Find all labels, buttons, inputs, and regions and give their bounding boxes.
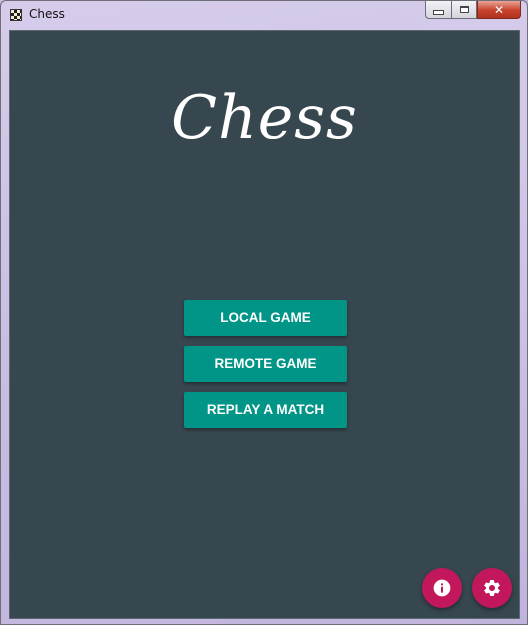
- window-controls: ✕: [425, 1, 521, 21]
- main-menu: LOCAL GAME REMOTE GAME REPLAY A MATCH: [184, 300, 347, 438]
- title-bar[interactable]: Chess ✕: [1, 1, 527, 29]
- minimize-button[interactable]: [425, 1, 451, 19]
- close-icon: ✕: [493, 2, 505, 17]
- maximize-icon: [459, 6, 469, 13]
- info-button[interactable]: [422, 568, 462, 608]
- window-title: Chess: [29, 7, 65, 21]
- main-content: Chess LOCAL GAME REMOTE GAME REPLAY A MA…: [9, 30, 520, 619]
- settings-button[interactable]: [472, 568, 512, 608]
- maximize-button[interactable]: [451, 1, 477, 19]
- gear-icon: [484, 580, 500, 596]
- local-game-button[interactable]: LOCAL GAME: [184, 300, 347, 336]
- replay-match-button[interactable]: REPLAY A MATCH: [184, 392, 347, 428]
- close-button[interactable]: ✕: [477, 1, 521, 19]
- chessboard-icon: [10, 9, 22, 21]
- app-window: Chess ✕ Chess LOCAL GAME REMOTE GAME REP…: [0, 0, 528, 625]
- minimize-icon: [433, 10, 444, 15]
- remote-game-button[interactable]: REMOTE GAME: [184, 346, 347, 382]
- info-icon: [433, 579, 451, 597]
- app-title: Chess: [171, 83, 358, 153]
